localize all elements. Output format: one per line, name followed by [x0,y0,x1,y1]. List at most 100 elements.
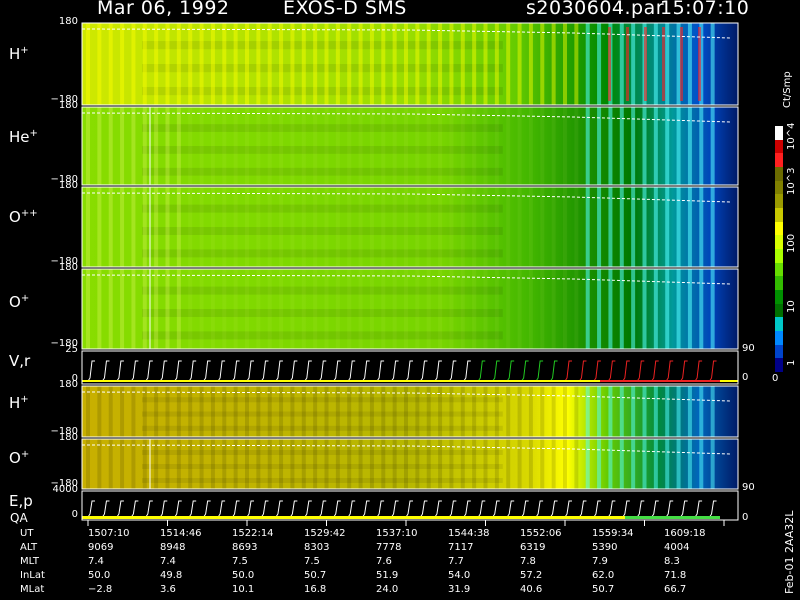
table-cell: 3.6 [160,584,176,595]
sweep-stripe [233,23,238,105]
chart-root: Mar 06, 1992 EXOS-D SMS s2030604.par 15:… [0,0,800,600]
sweep-stripe [528,107,533,185]
sweep-stripe [392,23,397,105]
sweep-stripe [676,187,681,267]
sweep-stripe [540,439,545,489]
sweep-stripe [392,439,397,489]
sweep-stripe [585,187,590,267]
sweep-stripe [460,269,465,349]
right-tick: 0 [742,372,749,383]
table-cell: 1514:46 [160,528,202,539]
colorbar-swatch [775,249,783,264]
sweep-stripe [699,386,704,437]
sweep-stripe [517,187,522,267]
table-cell: 40.6 [520,584,543,595]
sweep-stripe [358,386,363,437]
sweep-stripe [108,23,113,105]
sweep-stripe [653,107,658,185]
sweep-stripe [551,187,556,267]
sweep-stripe [585,439,590,489]
panel-label: V,r [9,352,30,370]
colorbar-swatch [775,153,783,168]
sweep-stripe [483,386,488,437]
right-tick: 90 [742,343,755,354]
table-cell: 4004 [664,542,690,553]
y-tick-top: 180 [58,16,78,27]
right-tick: 0 [742,512,749,523]
sweep-stripe [358,439,363,489]
title-date: Mar 06, 1992 [97,0,230,19]
band [142,124,503,132]
sweep-stripe [642,386,647,437]
sweep-stripe [86,187,90,267]
table-cell: 7.5 [232,556,248,567]
sweep-stripe [528,439,533,489]
sweep-stripe [108,269,113,349]
sweep-stripe [210,269,215,349]
sweep-stripe [483,439,488,489]
sweep-stripe [233,107,238,185]
sweep-stripe [86,269,90,349]
sweep-stripe [199,439,204,489]
sweep-stripe [631,439,636,489]
sweep-stripe [347,107,352,185]
panel-label: E,p [9,492,33,510]
sweep-stripe [506,439,511,489]
sweep-stripe [494,107,499,185]
sweep-stripe [86,23,90,105]
colorbar-swatch [775,208,783,223]
sweep-stripe [472,439,477,489]
sweep-stripe [313,269,318,349]
title-file: s2030604.par [526,0,665,19]
panel-label: He+ [9,128,38,146]
colorbar-swatch [775,180,783,195]
sweep-stripe [687,439,692,489]
colorbar-swatch [775,221,783,236]
table-cell: 7778 [376,542,402,553]
sweep-stripe [347,23,352,105]
sweep-stripe [528,386,533,437]
colorbar-label: 0 [772,373,779,384]
sweep-stripe [347,439,352,489]
panel-label-superscript: ++ [20,208,38,219]
sweep-stripe [199,269,204,349]
hot-stripe [626,27,629,101]
sweep-stripe [256,23,261,105]
sweep-stripe [335,269,340,349]
sweep-stripe [210,23,215,105]
sweep-stripe [540,107,545,185]
sweep-stripe [597,23,602,105]
table-cell: 7.4 [88,556,104,567]
sweep-stripe [210,386,215,437]
table-cell: 7.8 [520,556,536,567]
sweep-stripe [415,107,420,185]
sweep-stripe [324,187,329,267]
qa-label: QA [10,511,28,525]
sweep-stripe [290,23,295,105]
sweep-stripe [188,187,193,267]
sweep-stripe [335,439,340,489]
table-cell: 7117 [448,542,474,553]
sweep-stripe [210,187,215,267]
sweep-stripe [687,23,692,105]
sweep-stripe [97,439,102,489]
sweep-stripe [199,386,204,437]
colorbar-label: 10 [786,300,797,313]
sweep-stripe [267,187,272,267]
sweep-stripe [494,439,499,489]
sweep-stripe [563,107,567,185]
table-cell: 10.1 [232,584,255,595]
band [142,167,503,176]
colorbar-swatch [775,358,783,373]
sweep-stripe [494,386,499,437]
table-cell: 8.3 [664,556,680,567]
sweep-stripe [313,107,318,185]
sweep-stripe [517,439,522,489]
sweep-stripe [176,386,181,437]
sweep-stripe [335,23,340,105]
sweep-stripe [165,107,170,185]
sweep-stripe [642,439,647,489]
table-row-label: ALT [20,542,38,553]
sweep-stripe [494,23,499,105]
table-cell: 1507:10 [88,528,130,539]
